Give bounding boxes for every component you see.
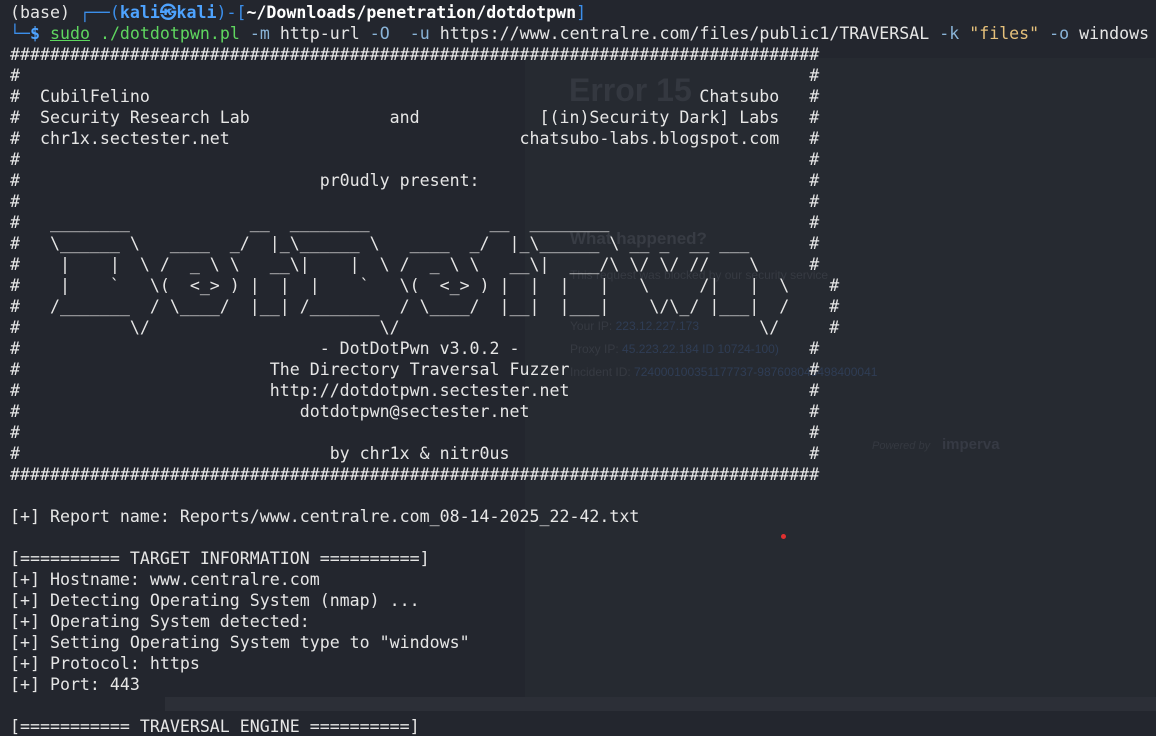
cmd-url: https://www.centralre.com/files/public1/… xyxy=(439,24,930,43)
cmd-sudo: sudo xyxy=(49,24,90,43)
banner-line: # # xyxy=(10,150,820,169)
banner-line: # \/ \/ \/ # xyxy=(10,318,840,337)
output-line: [+] Operating System detected: xyxy=(10,612,310,631)
banner-line: # pr0udly present: # xyxy=(10,171,820,190)
banner-line: # Security Research Lab and [(in)Securit… xyxy=(10,108,820,127)
conda-env: (base) xyxy=(10,3,70,22)
cmd-program: ./dotdotpwn.pl xyxy=(99,24,240,43)
prompt-path: ~/Downloads/penetration/dotdotpwn xyxy=(246,3,577,22)
banner-line: # by chr1x & nitr0us # xyxy=(10,444,820,463)
prompt-user: kali㉿kali xyxy=(119,3,217,22)
banner-line: # | ` \( <_> ) | | | ` \( <_> ) | | | | … xyxy=(10,276,840,295)
prompt-line-1: (base) ┌──(kali㉿kali)-[~/Downloads/penet… xyxy=(10,3,587,22)
output-line: [+] Protocol: https xyxy=(10,654,200,673)
banner-line: # ________ __ ________ __ ________ # xyxy=(10,213,820,232)
output-line: [+] Detecting Operating System (nmap) ..… xyxy=(10,591,420,610)
command-line: └─$ sudo ./dotdotpwn.pl -m http-url -O -… xyxy=(10,24,1150,43)
banner-line: ########################################… xyxy=(10,45,820,64)
banner-line: # http://dotdotpwn.sectester.net # xyxy=(10,381,820,400)
scan-output: [+] Report name: Reports/www.centralre.c… xyxy=(10,485,1149,736)
banner-line: # /_______ / \____/ |__| /_______ / \___… xyxy=(10,297,840,316)
banner-line: # | | \ / _ \ \ __\| | \ / _ \ \ __\| __… xyxy=(10,255,820,274)
output-line: [=========== TRAVERSAL ENGINE ==========… xyxy=(10,717,420,736)
banner-line: # dotdotpwn@sectester.net # xyxy=(10,402,820,421)
output-line: [+] Hostname: www.centralre.com xyxy=(10,570,320,589)
banner-line: # The Directory Traversal Fuzzer # xyxy=(10,360,820,379)
banner-line: # # xyxy=(10,192,820,211)
output-line: [+] Port: 443 xyxy=(10,675,140,694)
banner-line: # CubilFelino Chatsubo # xyxy=(10,87,820,106)
terminal-output[interactable]: (base) ┌──(kali㉿kali)-[~/Downloads/penet… xyxy=(10,2,1149,736)
output-line: [+] Report name: Reports/www.centralre.c… xyxy=(10,507,640,526)
dotdotpwn-banner: ########################################… xyxy=(10,44,1149,485)
mouse-pointer-dot xyxy=(781,534,786,539)
output-line: [+] Setting Operating System type to "wi… xyxy=(10,633,470,652)
prompt-dollar: $ xyxy=(29,24,40,43)
output-line: [========== TARGET INFORMATION =========… xyxy=(10,549,430,568)
banner-line: # # xyxy=(10,423,820,442)
banner-line: # \______ \ ____ _/ |_\______ \ ____ _/ … xyxy=(10,234,820,253)
banner-line: # # xyxy=(10,66,820,85)
banner-line: # chr1x.sectester.net chatsubo-labs.blog… xyxy=(10,129,820,148)
banner-line: ########################################… xyxy=(10,465,820,484)
banner-line: # - DotDotPwn v3.0.2 - # xyxy=(10,339,820,358)
terminal-window[interactable]: Error 15 What happened? This request was… xyxy=(0,0,1156,736)
